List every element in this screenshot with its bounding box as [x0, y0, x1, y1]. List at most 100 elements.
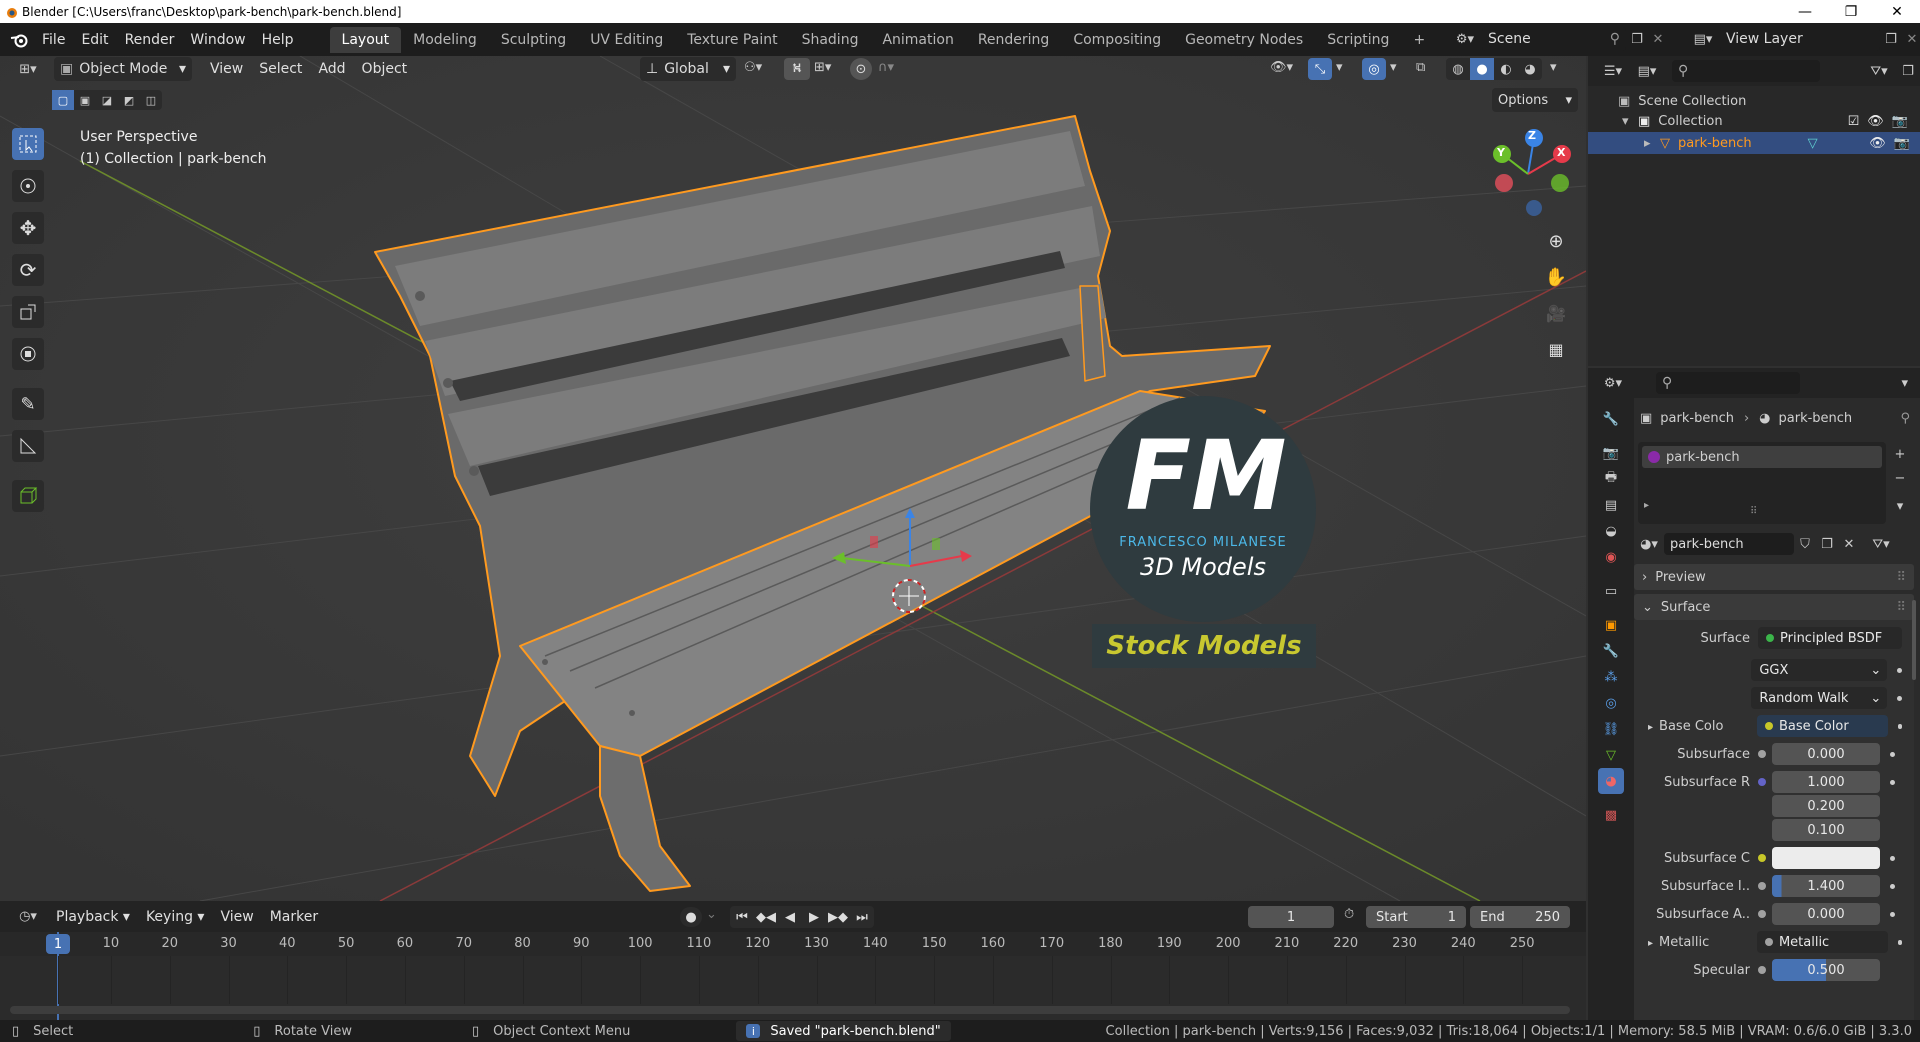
constraints-tab-icon[interactable]: ⛓ — [1598, 716, 1624, 742]
outliner-row-scene-collection[interactable]: ▣ Scene Collection — [1618, 90, 1918, 112]
expand-right-icon[interactable]: ▸ — [1648, 938, 1653, 949]
select-box-tool[interactable] — [12, 128, 44, 160]
metallic-link-field[interactable]: Metallic — [1756, 931, 1888, 953]
eye-icon[interactable]: 👁 — [1869, 136, 1886, 151]
render-tab-icon[interactable]: 📷 — [1598, 440, 1624, 466]
particles-tab-icon[interactable]: ⁂ — [1598, 664, 1624, 690]
vector-socket-icon[interactable] — [1758, 778, 1766, 786]
texture-tab-icon[interactable]: ▩ — [1598, 802, 1624, 828]
checkbox-icon[interactable]: ☑ — [1848, 114, 1860, 129]
tab-animation[interactable]: Animation — [870, 27, 965, 53]
blender-menu-icon[interactable] — [10, 32, 28, 48]
modifier-tab-icon[interactable]: 🔧 — [1598, 638, 1624, 664]
pivot-point-icon[interactable]: ⚇▾ — [744, 60, 762, 75]
add-cube-tool[interactable] — [12, 480, 44, 512]
ortho-grid-icon[interactable]: ▦ — [1541, 334, 1571, 364]
tab-texture-paint[interactable]: Texture Paint — [675, 27, 789, 53]
move-tool[interactable]: ✥ — [12, 212, 44, 244]
gizmo-menu-icon[interactable]: ▾ — [1336, 60, 1343, 75]
properties-search-input[interactable]: ⚲ — [1656, 372, 1800, 394]
menu-view[interactable]: View — [202, 61, 251, 77]
output-tab-icon[interactable]: 🖶 — [1598, 466, 1624, 492]
delete-scene-icon[interactable]: ✕ — [1648, 32, 1668, 47]
proportional-edit-icon[interactable]: ⊙ — [850, 58, 872, 80]
play-icon[interactable]: ▶ — [802, 910, 826, 925]
select-subtract-icon[interactable]: ◪ — [96, 94, 118, 107]
mode-dropdown[interactable]: ▣ Object Mode ▾ — [54, 57, 192, 81]
jump-start-icon[interactable]: ⏮ — [730, 910, 754, 925]
subsurface-radius-z-field[interactable]: 0.100 — [1772, 819, 1880, 841]
tab-modeling[interactable]: Modeling — [401, 27, 489, 53]
menu-file[interactable]: File — [34, 32, 73, 48]
view-layer-tab-icon[interactable]: ▤ — [1598, 492, 1624, 518]
select-invert-icon[interactable]: ◩ — [118, 94, 140, 107]
close-window-button[interactable]: ✕ — [1874, 0, 1920, 23]
distribution-dropdown[interactable]: GGX ⌄ — [1751, 659, 1888, 681]
rotate-tool[interactable]: ⟳ — [12, 254, 44, 286]
material-slot-row[interactable]: park-bench — [1642, 446, 1882, 468]
surface-panel-header[interactable]: ⌄ Surface ⠿ — [1634, 594, 1914, 620]
menu-add[interactable]: Add — [310, 61, 353, 77]
keying-set-icon[interactable]: ⌄ — [706, 907, 717, 922]
new-collection-icon[interactable]: ❐ — [1896, 64, 1920, 79]
keyframe-dot-icon[interactable] — [1897, 695, 1902, 701]
view-layer-icon[interactable]: ▤▾ — [1686, 32, 1720, 47]
chevron-down-icon[interactable]: ▾ — [1901, 376, 1908, 391]
scene-tab-icon[interactable]: ◒ — [1598, 518, 1624, 544]
scale-tool[interactable] — [12, 296, 44, 328]
visibility-icon[interactable]: 👁▾ — [1270, 60, 1293, 75]
falloff-icon[interactable]: ∩▾ — [878, 60, 894, 75]
3d-viewport[interactable]: FM FRANCESCO MILANESE 3D Models Stock Mo… — [0, 56, 1586, 901]
keyframe-dot-icon[interactable] — [1890, 911, 1895, 917]
preview-panel-header[interactable]: › Preview ⠿ — [1634, 564, 1914, 590]
rendered-shading-icon[interactable]: ◕ — [1518, 62, 1542, 77]
xray-icon[interactable]: ⧉ — [1416, 60, 1425, 75]
expand-right-icon[interactable]: ▸ — [1648, 722, 1653, 733]
float-socket-icon[interactable] — [1758, 882, 1766, 890]
overlay-toggle-icon[interactable]: ◎ — [1362, 58, 1386, 80]
transform-tool[interactable] — [12, 338, 44, 370]
color-socket-icon[interactable] — [1758, 854, 1766, 862]
solid-shading-icon[interactable]: ● — [1470, 58, 1494, 80]
subsurface-method-dropdown[interactable]: Random Walk ⌄ — [1751, 687, 1888, 709]
world-tab-icon[interactable]: ◉ — [1598, 544, 1624, 570]
measure-tool[interactable] — [12, 430, 44, 462]
annotate-tool[interactable]: ✎ — [12, 388, 44, 420]
snap-icon[interactable]: ⛕ — [784, 58, 810, 80]
overlay-menu-icon[interactable]: ▾ — [1390, 60, 1397, 75]
minimize-button[interactable]: — — [1782, 0, 1828, 23]
transform-orientation-dropdown[interactable]: ⊥ Global ▾ — [640, 57, 736, 81]
menu-keying[interactable]: Keying ▾ — [138, 909, 213, 925]
delete-view-layer-icon[interactable]: ✕ — [1902, 32, 1920, 47]
duplicate-material-icon[interactable]: ❐ — [1816, 537, 1838, 552]
menu-edit[interactable]: Edit — [73, 32, 116, 48]
breadcrumb-material[interactable]: park-bench — [1779, 411, 1853, 426]
material-name-field[interactable]: park-bench — [1664, 533, 1794, 555]
subsurface-anisotropy-field[interactable]: 0.000 — [1772, 903, 1880, 925]
subsurface-color-swatch[interactable] — [1772, 847, 1880, 869]
expand-down-icon[interactable]: ▾ — [1622, 114, 1638, 129]
menu-render[interactable]: Render — [117, 32, 183, 48]
outliner-editor-icon[interactable]: ☰▾ — [1596, 64, 1630, 79]
material-shading-icon[interactable]: ◐ — [1494, 62, 1518, 77]
expand-right-icon[interactable]: ▸ — [1644, 136, 1660, 151]
base-color-link-field[interactable]: Base Color — [1756, 715, 1888, 737]
end-frame-field[interactable]: End 250 — [1470, 906, 1570, 928]
keyframe-dot-icon[interactable] — [1897, 939, 1902, 945]
tab-layout[interactable]: Layout — [329, 26, 402, 53]
new-view-layer-icon[interactable]: ❐ — [1880, 32, 1902, 47]
fake-user-shield-icon[interactable]: ⛉ — [1794, 537, 1816, 552]
filter-icon[interactable]: ⛛▾ — [1862, 64, 1896, 79]
browse-material-icon[interactable]: ◕▾ — [1634, 537, 1664, 552]
tab-scripting[interactable]: Scripting — [1315, 27, 1401, 53]
subsurface-radius-x-field[interactable]: 1.000 — [1772, 771, 1880, 793]
navigation-gizmo[interactable]: Z X Y — [1480, 126, 1576, 222]
gizmo-toggle-icon[interactable]: ⤡ — [1308, 58, 1332, 80]
pin-icon[interactable]: ⚲ — [1610, 31, 1620, 47]
remove-slot-icon[interactable]: − — [1890, 468, 1910, 488]
link-filter-icon[interactable]: ⛛▾ — [1866, 537, 1896, 552]
keyframe-dot-icon[interactable] — [1890, 855, 1895, 861]
auto-keying-icon[interactable]: ● — [680, 907, 702, 927]
current-frame-field[interactable]: 1 — [1248, 906, 1334, 928]
select-intersect-icon[interactable]: ◫ — [140, 94, 162, 107]
